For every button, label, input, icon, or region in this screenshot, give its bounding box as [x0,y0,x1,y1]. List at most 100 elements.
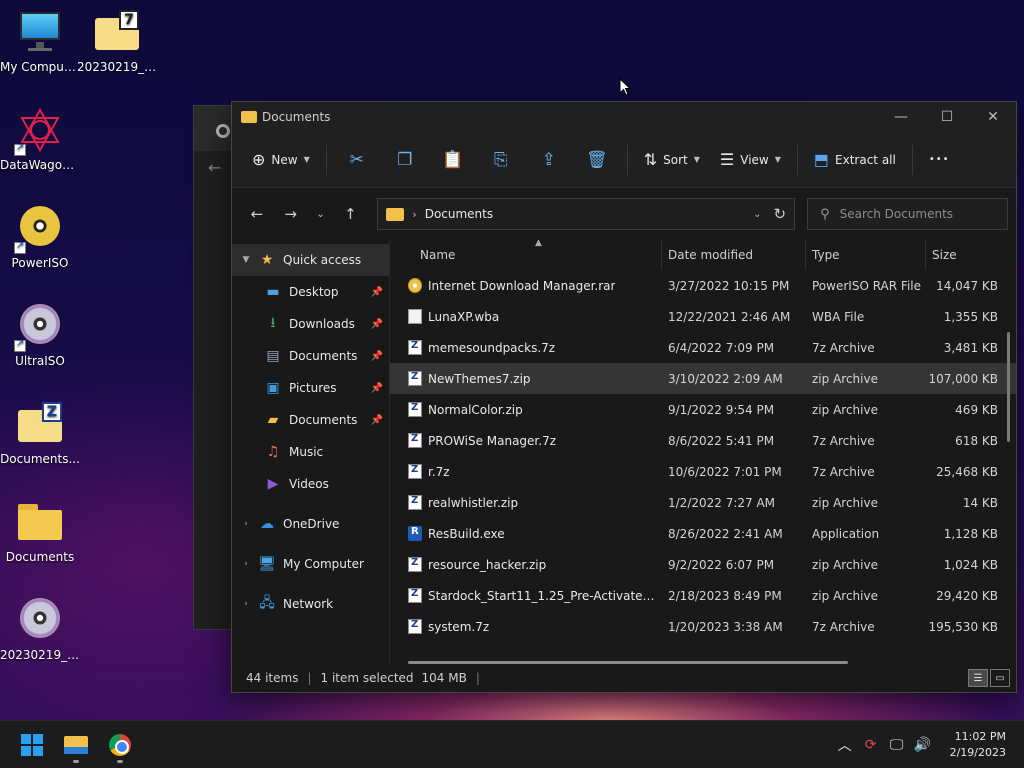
file-list: ▲ Name Date modified Type Size Internet … [390,240,1016,664]
title-bar[interactable]: Documents — ☐ ✕ [232,102,1016,132]
desktop-icon-poweriso[interactable]: PowerISO [0,204,80,270]
delete-button[interactable]: 🗑 [573,143,621,177]
file-row[interactable]: Stardock_Start11_1.25_Pre-Activated_-_H.… [390,580,1016,611]
forward-button[interactable]: → [274,199,308,229]
new-button[interactable]: ⊕ New ▼ [242,143,320,177]
taskbar-chrome[interactable] [98,725,142,765]
nav-item-network[interactable]: › 🖧 Network [232,588,389,620]
window-title: Documents [262,110,331,124]
nav-item-documents-folder[interactable]: ▰ Documents 📌 [232,404,389,436]
view-button[interactable]: ☰ View ▼ [710,143,791,177]
file-row[interactable]: NormalColor.zip 9/1/2022 9:54 PM zip Arc… [390,394,1016,425]
back-arrow-icon[interactable]: ← [208,158,221,177]
column-header-type[interactable]: Type [806,240,926,270]
taskbar-file-explorer[interactable] [54,725,98,765]
mouse-cursor-icon [619,78,631,96]
chevron-down-icon: ▼ [303,155,310,164]
arrow-left-icon: ← [250,205,264,223]
search-box[interactable]: ⚲ Search Documents [807,198,1009,230]
column-headers: ▲ Name Date modified Type Size [390,240,1016,270]
address-row: ← → ⌄ ↑ › Documents ⌄ ↻ ⚲ Search Documen… [232,188,1016,240]
copy-icon: ❐ [397,149,413,170]
maximize-button[interactable]: ☐ [924,102,970,132]
details-view-button[interactable]: ☰ [968,669,988,687]
pin-icon: 📌 [370,318,383,330]
column-header-size[interactable]: Size [926,240,998,270]
paste-button[interactable]: 📋 [429,143,477,177]
chevron-down-icon[interactable]: ▼ [236,255,256,265]
start-button[interactable] [10,725,54,765]
file-row[interactable]: ResBuild.exe 8/26/2022 2:41 AM Applicati… [390,518,1016,549]
clock[interactable]: 11:02 PM 2/19/2023 [950,729,1006,761]
chevron-down-icon: ▼ [774,155,781,164]
sort-button[interactable]: ⇅ Sort ▼ [634,143,710,177]
windows-logo-icon [21,733,43,756]
folder-icon [241,111,257,123]
desktop-icon-disc-image[interactable]: 20230219_2... [0,596,80,662]
chevron-right-icon[interactable]: › [236,599,256,609]
file-row[interactable]: resource_hacker.zip 9/2/2022 6:07 PM zip… [390,549,1016,580]
selection-count: 1 item selected [320,671,414,685]
sync-status-icon[interactable]: ⟳ [858,737,884,753]
desktop-icon-archive-1[interactable]: 7 20230219_2... [77,8,157,74]
pin-icon: 📌 [370,382,383,394]
share-icon: ⇪ [541,149,556,170]
file-row[interactable]: PROWiSe Manager.7z 8/6/2022 5:41 PM 7z A… [390,425,1016,456]
close-button[interactable]: ✕ [970,102,1016,132]
chevron-right-icon[interactable]: › [236,519,256,529]
desktop-icon-datawagon[interactable]: DataWagon... [0,106,80,172]
rename-button[interactable]: ⎘ [477,143,525,177]
copy-button[interactable]: ❐ [381,143,429,177]
desktop-icon-ultraiso[interactable]: UltraISO [0,302,80,368]
file-row[interactable]: Internet Download Manager.rar 3/27/2022 … [390,270,1016,301]
file-row[interactable]: realwhistler.zip 1/2/2022 7:27 AM zip Ar… [390,487,1016,518]
tiles-view-button[interactable]: ▭ [990,669,1010,687]
nav-item-downloads[interactable]: ⭳ Downloads 📌 [232,308,389,340]
extract-all-button[interactable]: ⬒ Extract all [804,143,906,177]
back-button[interactable]: ← [240,199,274,229]
arrow-up-icon: ↑ [344,205,357,223]
nav-item-pictures[interactable]: ▣ Pictures 📌 [232,372,389,404]
desktop-icon-documents-folder[interactable]: Documents [0,498,80,564]
file-row[interactable]: r.7z 10/6/2022 7:01 PM 7z Archive 25,468… [390,456,1016,487]
vertical-scrollbar[interactable] [1007,332,1010,442]
share-button[interactable]: ⇪ [525,143,573,177]
chrome-icon [216,124,230,138]
chevron-right-icon[interactable]: › [236,559,256,569]
status-bar: 44 items | 1 item selected 104 MB | ☰ ▭ [232,664,1016,692]
minimize-button[interactable]: — [878,102,924,132]
address-dropdown-icon[interactable]: ⌄ [753,209,761,220]
nav-item-quick-access[interactable]: ▼ ★ Quick access [232,244,389,276]
nav-item-my-computer[interactable]: › 🖥 My Computer [232,548,389,580]
nav-item-desktop[interactable]: ▬ Desktop 📌 [232,276,389,308]
recent-locations-button[interactable]: ⌄ [308,199,334,229]
nav-item-documents[interactable]: ▤ Documents 📌 [232,340,389,372]
file-row[interactable]: system.7z 1/20/2023 3:38 AM 7z Archive 1… [390,611,1016,642]
sort-icon: ⇅ [643,150,658,169]
archive-file-icon [408,464,422,479]
nav-item-music[interactable]: ♫ Music [232,436,389,468]
up-button[interactable]: ↑ [333,199,367,229]
desktop-icon-documents-archive[interactable]: Z Documents... [0,400,80,466]
file-row[interactable]: memesoundpacks.7z 6/4/2022 7:09 PM 7z Ar… [390,332,1016,363]
archive-file-icon [408,495,422,510]
list-view-icon: ☰ [719,150,735,169]
show-hidden-icons-button[interactable]: ︿ [832,735,858,755]
poweriso-icon [14,204,64,254]
file-row-selected[interactable]: NewThemes7.zip 3/10/2022 2:09 AM zip Arc… [390,363,1016,394]
nav-item-videos[interactable]: ▶ Videos [232,468,389,500]
plus-icon: ⊕ [252,150,266,169]
breadcrumb[interactable]: Documents [425,207,493,221]
column-header-date[interactable]: Date modified [662,240,806,270]
more-options-button[interactable]: ••• [919,143,960,177]
desktop-icon-my-computer[interactable]: My Computer [0,8,80,74]
volume-icon[interactable]: 🔊 [910,737,936,753]
cut-button[interactable]: ✂ [333,143,381,177]
address-bar[interactable]: › Documents ⌄ ↻ [377,198,796,230]
file-row[interactable]: LunaXP.wba 12/22/2021 2:46 AM WBA File 1… [390,301,1016,332]
nav-item-onedrive[interactable]: › ☁ OneDrive [232,508,389,540]
column-header-name[interactable]: Name [390,240,662,270]
refresh-icon[interactable]: ↻ [773,205,786,223]
network-status-icon[interactable]: 🖵 [884,737,910,753]
extract-icon: ⬒ [813,150,830,169]
